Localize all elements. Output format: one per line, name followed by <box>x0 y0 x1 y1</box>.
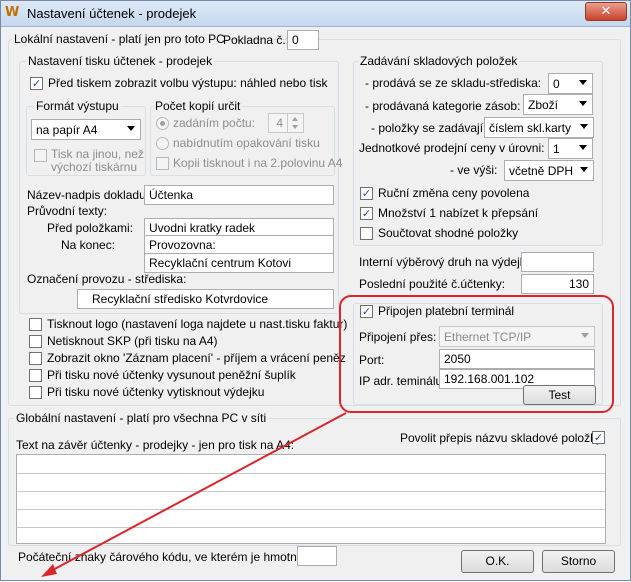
category-select[interactable]: Zboží <box>523 94 593 115</box>
last-receipt-input[interactable]: 130 <box>521 274 594 294</box>
chevron-down-icon <box>127 126 135 131</box>
spin-down-icon <box>292 125 298 129</box>
register-input[interactable]: 0 <box>287 30 319 50</box>
print-logo-label: Tisknout logo (nastavení loga najdete u … <box>47 317 348 331</box>
items-by-select[interactable]: číslem skl.karty <box>484 117 594 138</box>
internal-type-input[interactable] <box>521 252 594 272</box>
register-label: Pokladna č.: <box>223 33 290 47</box>
doc-name-input[interactable]: Účtenka <box>144 185 334 205</box>
cash-drawer-checkbox[interactable] <box>29 369 42 382</box>
sold-from-select[interactable]: 0 <box>548 73 593 94</box>
chevron-down-icon <box>579 145 587 150</box>
footer-text-label: Text na závěr účtenky - prodejky - jen p… <box>16 438 295 452</box>
print-logo-checkbox[interactable] <box>29 318 42 331</box>
other-printer-label-2: výchozí tiskárnu <box>51 160 138 174</box>
before-items-label: Před položkami: <box>47 221 134 235</box>
half-page-label: Kopii tisknout i na 2.polovinu A4 <box>173 156 343 170</box>
payment-window-label: Zobrazit okno 'Záznam placení' - příjem … <box>47 351 346 365</box>
half-page-checkbox[interactable] <box>156 157 169 170</box>
output-format-select[interactable]: na papír A4 <box>31 119 141 140</box>
doc-name-label: Název-nadpis dokladu: <box>27 188 150 202</box>
sum-same-checkbox[interactable] <box>360 227 373 240</box>
cash-drawer-label: Při tisku nové účtenky vysunout peněžní … <box>47 368 296 382</box>
global-settings-label: Globální nastavení - platí pro všechna P… <box>14 411 269 425</box>
sold-from-label: - prodává se ze skladu-střediska: <box>365 76 542 90</box>
allow-rename-checkbox[interactable]: ✓ <box>592 431 605 444</box>
barcode-input[interactable] <box>297 546 337 566</box>
manual-price-label: Ruční změna ceny povolena <box>378 186 530 200</box>
copies-by-count-radio[interactable] <box>156 117 169 130</box>
show-dialog-label: Před tiskem zobrazit volbu výstupu: náhl… <box>48 76 328 90</box>
print-dispatch-label: Při tisku nové účtenky vytisknout výdejk… <box>47 385 265 399</box>
accompanying-label: Průvodní texty: <box>27 204 108 218</box>
settings-window: W Nastavení účtenek - prodejek ✕ Lokální… <box>0 0 631 581</box>
unit-price-select[interactable]: 1 <box>548 138 593 159</box>
at-end-label: Na konec: <box>61 238 116 252</box>
show-dialog-checkbox[interactable]: ✓ <box>30 77 43 90</box>
category-label: - prodávaná kategorie zásob: <box>365 99 521 113</box>
qty-prefill-checkbox[interactable]: ✓ <box>360 207 373 220</box>
cancel-button[interactable]: Storno <box>542 550 615 573</box>
copies-by-repeat-radio[interactable] <box>156 137 169 150</box>
amount-label: - ve výši: <box>450 163 498 177</box>
allow-rename-label: Povolit přepis názvu skladové položky <box>400 431 603 445</box>
print-dispatch-checkbox[interactable] <box>29 386 42 399</box>
spin-up-icon <box>292 117 298 121</box>
qty-prefill-label: Množství 1 nabízet k přepsání <box>378 206 539 220</box>
footer-text-area[interactable] <box>16 454 606 544</box>
no-skp-checkbox[interactable] <box>29 335 42 348</box>
other-printer-checkbox[interactable] <box>34 149 47 162</box>
sum-same-label: Součtovat shodné položky <box>378 226 519 240</box>
chevron-down-icon <box>579 80 587 85</box>
copies-label: Počet kopií určit <box>153 99 243 113</box>
payment-window-checkbox[interactable] <box>29 352 42 365</box>
terminal-highlight <box>339 295 614 413</box>
copies-by-repeat-label: nabídnutím opakování tisku <box>173 136 320 150</box>
title-bar: W Nastavení účtenek - prodejek ✕ <box>1 1 630 27</box>
dialog-body: Lokální nastavení - platí jen pro toto P… <box>5 28 626 578</box>
local-settings-label: Lokální nastavení - platí jen pro toto P… <box>12 32 227 46</box>
items-by-label: - položky se zadávají: <box>371 121 487 135</box>
internal-type-label: Interní výběrový druh na výdejky: <box>359 255 536 269</box>
app-logo-icon: W <box>5 5 20 20</box>
unit-price-label: Jednotkové prodejní ceny v úrovni: <box>359 141 545 155</box>
chevron-down-icon <box>579 101 587 106</box>
window-title: Nastavení účtenek - prodejek <box>27 6 197 21</box>
copies-spinner[interactable] <box>287 113 304 133</box>
chevron-down-icon <box>580 167 588 172</box>
close-button[interactable]: ✕ <box>585 2 627 21</box>
chevron-down-icon <box>580 124 588 129</box>
barcode-label: Počáteční znaky čárového kódu, ve kterém… <box>18 550 317 564</box>
copies-by-count-label: zadáním počtu: <box>173 116 256 130</box>
outlet-label: Označení provozu - střediska: <box>27 272 187 286</box>
outlet-input[interactable]: Recyklační středisko Kotvrdovice <box>77 289 334 309</box>
ok-button[interactable]: O.K. <box>461 550 534 573</box>
at-end-input-1[interactable]: Provozovna: <box>144 235 334 255</box>
other-printer-label-1: Tisk na jinou, než <box>51 147 144 161</box>
last-receipt-label: Poslední použité č.účtenky: <box>359 277 506 291</box>
no-skp-label: Netisknout SKP (při tisku na A4) <box>47 334 218 348</box>
stock-label: Zadávání skladových položek <box>358 54 520 68</box>
copies-count-input[interactable]: 4 <box>268 113 288 133</box>
amount-select[interactable]: včetně DPH <box>504 160 594 181</box>
at-end-input-2[interactable]: Recyklační centrum Kotovi <box>144 253 334 273</box>
print-settings-label: Nastavení tisku účtenek - prodejek <box>26 54 215 68</box>
output-format-label: Formát výstupu <box>34 99 121 113</box>
manual-price-checkbox[interactable]: ✓ <box>360 187 373 200</box>
